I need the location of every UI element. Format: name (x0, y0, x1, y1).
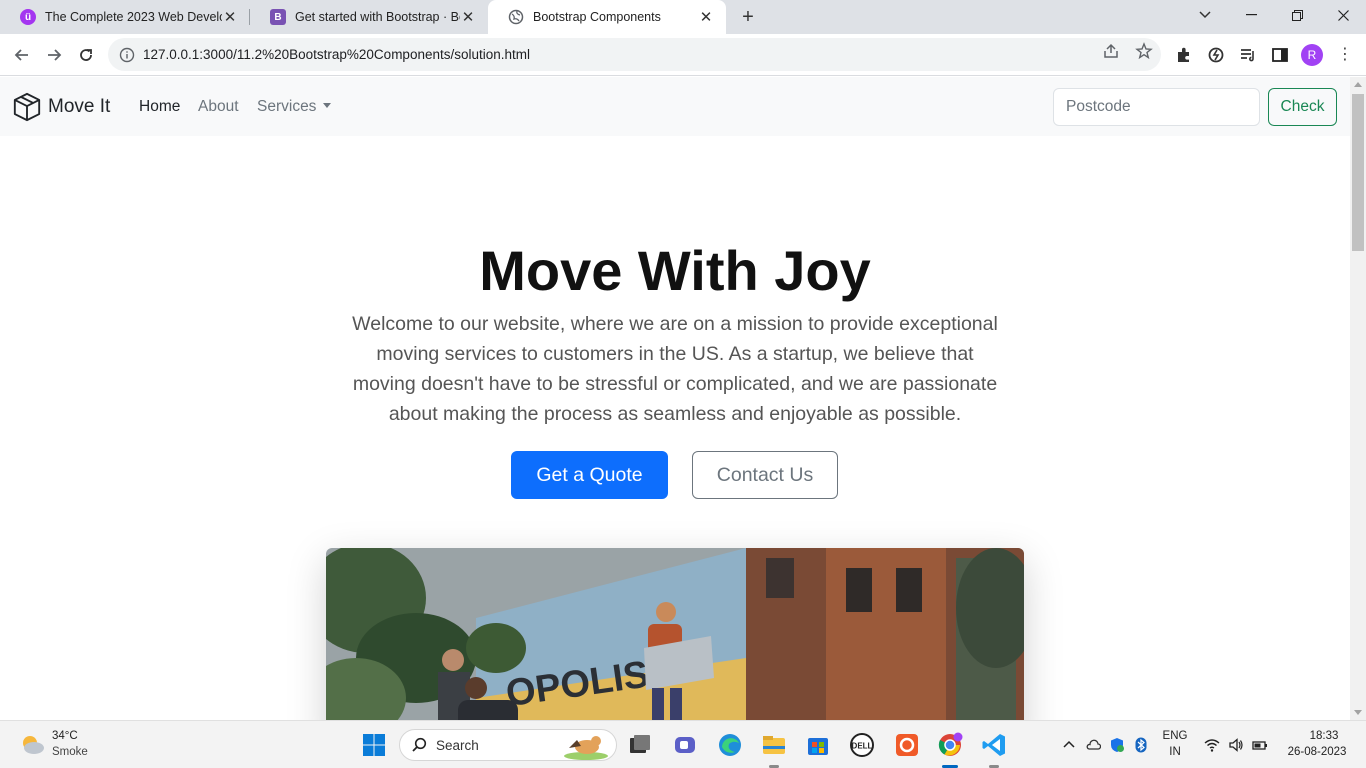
close-tab-icon[interactable]: ✕ (222, 8, 238, 26)
side-panel-icon[interactable] (1271, 46, 1289, 64)
file-explorer-icon[interactable] (761, 732, 787, 758)
nav-services-dropdown[interactable]: Services (257, 98, 332, 116)
clock-date: 26-08-2023 (1287, 746, 1347, 758)
media-queue-icon[interactable] (1239, 46, 1257, 64)
tab-title: Get started with Bootstrap · Boot (295, 10, 460, 24)
restore-icon[interactable] (1274, 0, 1320, 30)
scroll-down-arrow-icon[interactable] (1354, 710, 1362, 715)
check-button[interactable]: Check (1268, 88, 1337, 126)
tab-title: Bootstrap Components (533, 10, 661, 24)
contact-us-button[interactable]: Contact Us (692, 451, 838, 499)
browser-menu-icon[interactable]: ⋮ (1337, 44, 1353, 66)
back-arrow-icon[interactable] (10, 43, 34, 67)
tab-udemy[interactable]: ü The Complete 2023 Web Develop ✕ (0, 0, 250, 34)
volume-icon[interactable] (1228, 737, 1244, 753)
taskbar-search[interactable]: Search (399, 729, 617, 761)
chrome-browser-icon[interactable] (937, 732, 963, 758)
clock-time[interactable]: 18:33 (1296, 730, 1352, 742)
hero-image: OPOLIS (326, 548, 1024, 720)
extensions-icon[interactable] (1175, 46, 1193, 64)
page-viewport: Move It Home About Services Check Move W… (0, 77, 1350, 720)
hero-title: Move With Joy (479, 239, 871, 302)
extension-refresh-icon[interactable] (1207, 46, 1225, 64)
wifi-icon[interactable] (1204, 737, 1220, 753)
url-text: 127.0.0.1:3000/11.2%20Bootstrap%20Compon… (143, 47, 531, 62)
site-info-icon[interactable] (119, 47, 135, 63)
svg-text:DELL: DELL (852, 742, 873, 751)
site-navbar: Move It Home About Services Check (0, 77, 1350, 136)
get-quote-button[interactable]: Get a Quote (511, 451, 668, 499)
tab-search-icon[interactable] (1182, 0, 1228, 30)
new-tab-button[interactable]: + (738, 6, 758, 28)
moving-truck-photo: OPOLIS (326, 548, 1024, 720)
close-tab-icon[interactable]: ✕ (460, 8, 476, 26)
bookmark-star-icon[interactable] (1135, 42, 1153, 60)
reload-icon[interactable] (74, 43, 98, 67)
office-app-icon[interactable] (894, 732, 920, 758)
postcode-input[interactable] (1053, 88, 1260, 126)
tab-strip: ü The Complete 2023 Web Develop ✕ B Get … (0, 0, 1366, 34)
taskbar: 34°C Smoke Search DELL ENG IN 18:33 26-0… (0, 720, 1366, 768)
language-indicator[interactable]: ENG (1160, 730, 1190, 742)
nav-about-link[interactable]: About (198, 98, 239, 116)
close-tab-icon[interactable]: ✕ (698, 8, 714, 26)
globe-icon (508, 9, 524, 25)
weather-icon[interactable] (19, 733, 45, 755)
vscode-icon[interactable] (981, 732, 1007, 758)
task-view-icon[interactable] (627, 732, 653, 758)
security-shield-icon[interactable] (1109, 737, 1125, 753)
edge-browser-icon[interactable] (717, 732, 743, 758)
scroll-up-arrow-icon[interactable] (1354, 82, 1362, 87)
onedrive-cloud-icon[interactable] (1085, 737, 1101, 753)
bluetooth-icon[interactable] (1133, 737, 1149, 753)
browser-toolbar: 127.0.0.1:3000/11.2%20Bootstrap%20Compon… (0, 34, 1366, 76)
battery-icon[interactable] (1252, 737, 1268, 753)
dell-icon[interactable]: DELL (849, 732, 875, 758)
teams-meet-icon[interactable] (672, 732, 698, 758)
tab-bootstrap-components[interactable]: Bootstrap Components ✕ (488, 0, 726, 34)
minimize-icon[interactable] (1228, 0, 1274, 30)
language-region: IN (1169, 746, 1181, 758)
microsoft-store-icon[interactable] (805, 732, 831, 758)
tab-bootstrap-docs[interactable]: B Get started with Bootstrap · Boot ✕ (250, 0, 488, 34)
bootstrap-favicon-icon: B (270, 9, 286, 25)
hero-lead-text: Welcome to our website, where we are on … (352, 313, 998, 425)
chevron-up-icon[interactable] (1061, 737, 1077, 753)
search-label: Search (436, 737, 479, 753)
udemy-favicon-icon: ü (20, 9, 36, 25)
scrollbar-thumb[interactable] (1352, 94, 1364, 251)
address-bar[interactable]: 127.0.0.1:3000/11.2%20Bootstrap%20Compon… (108, 38, 1161, 71)
forward-arrow-icon[interactable] (42, 43, 66, 67)
tab-title: The Complete 2023 Web Develop (45, 10, 222, 24)
brand-logo[interactable]: Move It (12, 92, 110, 122)
box-icon (13, 92, 41, 122)
search-icon (412, 737, 427, 752)
caret-down-icon (323, 103, 332, 108)
page-scrollbar[interactable] (1350, 77, 1366, 720)
nav-services-label: Services (257, 98, 317, 115)
nav-home-link[interactable]: Home (139, 98, 180, 116)
share-icon[interactable] (1102, 42, 1120, 60)
weather-description: Smoke (52, 746, 88, 758)
profile-avatar[interactable]: R (1301, 44, 1323, 66)
close-window-icon[interactable] (1320, 0, 1366, 30)
search-highlight-icon (564, 736, 608, 760)
weather-temperature: 34°C (52, 730, 78, 742)
windows-start-icon[interactable] (361, 732, 387, 758)
brand-name: Move It (48, 96, 111, 117)
